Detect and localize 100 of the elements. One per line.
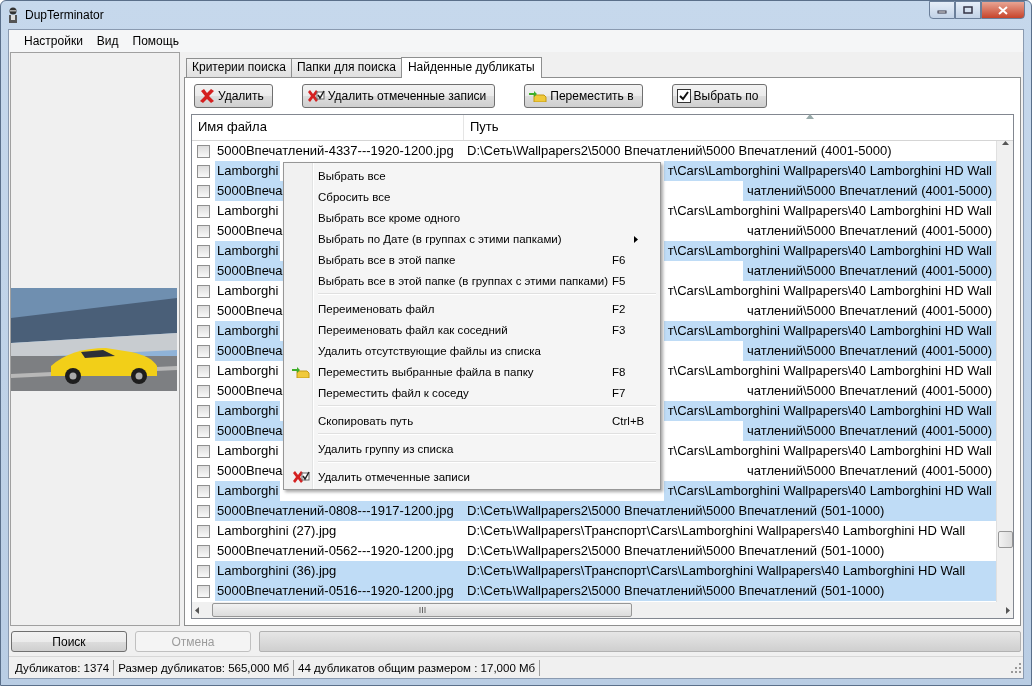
checkbox[interactable] — [197, 464, 210, 478]
menu-item[interactable]: Выбрать все — [316, 169, 612, 182]
menu-item[interactable]: Выбрать по Дате (в группах с этими папками) — [316, 232, 612, 245]
menu-item[interactable]: Выбрать все в этой папке (в группах с этими папками) — [316, 274, 612, 287]
path-cell: чатлений\5000 Впечатлений (4001-5000) — [743, 181, 996, 201]
menu-item[interactable]: Сбросить все — [316, 190, 612, 203]
checkbox[interactable] — [197, 564, 210, 578]
checkbox[interactable] — [197, 224, 210, 238]
shortcut-label: F6 — [612, 253, 627, 266]
search-button[interactable]: Поиск — [11, 631, 127, 652]
menu-item[interactable]: Переместить выбранные файла в папку — [316, 365, 612, 378]
sort-arrow-icon — [806, 114, 814, 119]
file-name-cell-text: Lamborghi — [216, 202, 280, 220]
maximize-icon — [963, 6, 973, 14]
toolbar-button[interactable]: Удалить отмеченные записи — [301, 84, 496, 108]
close-button[interactable] — [981, 1, 1025, 19]
menu-item[interactable]: Удалить отсутствующие файлы из списка — [316, 344, 612, 357]
path-cell: D:\Сеть\Wallpapers\Транспорт\Cars\Lamborghini Wallpapers\40 Lamborghini HD Wall — [463, 561, 996, 581]
horizontal-scrollbar[interactable] — [192, 602, 1013, 618]
file-name-cell: 5000Впеча — [215, 421, 285, 441]
path-cell: т\Cars\Lamborghini Wallpapers\40 Lamborghini HD Wall — [663, 161, 996, 181]
path-cell-text: чатлений\5000 Впечатлений (4001-5000) — [746, 222, 993, 240]
file-name-cell: Lamborghi — [215, 321, 281, 341]
checkbox[interactable] — [197, 204, 210, 218]
checkbox[interactable] — [197, 164, 210, 178]
minimize-button[interactable] — [929, 1, 955, 19]
checkbox[interactable] — [197, 424, 210, 438]
checkbox[interactable] — [197, 364, 210, 378]
file-name-cell-text: Lamborghi — [216, 442, 280, 460]
resize-grip-icon — [1011, 662, 1021, 673]
path-cell-text: чатлений\5000 Впечатлений (4001-5000) — [746, 382, 993, 400]
menu-item[interactable]: Выбрать все в этой папке — [316, 253, 612, 266]
checkbox[interactable] — [197, 304, 210, 318]
grip-icon — [418, 607, 426, 613]
path-cell-text: чатлений\5000 Впечатлений (4001-5000) — [746, 462, 993, 480]
toolbar-button[interactable]: Переместить в — [524, 84, 643, 108]
file-name-cell: 5000Впеча — [215, 261, 285, 281]
menu-item[interactable]: Помощь — [125, 32, 186, 50]
scroll-thumb[interactable] — [997, 531, 1013, 548]
path-cell: т\Cars\Lamborghini Wallpapers\40 Lamborghini HD Wall — [663, 401, 996, 421]
checkbox[interactable] — [197, 184, 210, 198]
column-header[interactable]: Имя файла — [192, 115, 464, 140]
close-icon — [998, 5, 1008, 15]
path-cell-text: т\Cars\Lamborghini Wallpapers\40 Lamborghini HD Wall — [666, 202, 993, 220]
tab[interactable]: Найденные дубликаты — [400, 57, 542, 78]
menu-item[interactable]: Удалить отмеченные записи — [316, 470, 612, 483]
toolbar-button[interactable]: Выбрать по — [671, 84, 768, 108]
file-name-cell-text: 5000Впечатлений-0562---1920-1200.jpg — [216, 542, 455, 560]
checkbox[interactable] — [197, 384, 210, 398]
shortcut-label: F3 — [612, 323, 627, 336]
file-name-cell: 5000Впечатлений-0516---1920-1200.jpg — [215, 581, 463, 601]
file-name-cell: Lamborghi — [215, 161, 281, 181]
checkbox[interactable] — [197, 244, 210, 258]
menu-item[interactable]: Выбрать все кроме одного — [316, 211, 612, 224]
status-text: Дубликатов: 1374 — [11, 659, 115, 676]
menu-item[interactable]: Переместить файл к соседу — [316, 386, 612, 399]
checkbox[interactable] — [197, 144, 210, 158]
checkbox[interactable] — [197, 284, 210, 298]
vertical-scrollbar[interactable] — [996, 141, 1013, 602]
arrow-folder-icon — [529, 90, 548, 102]
checkbox[interactable] — [197, 404, 210, 418]
checkbox[interactable] — [197, 504, 210, 518]
file-name-cell-text: 5000Впеча — [216, 302, 284, 320]
menu-item[interactable]: Переименовать файл как соседний — [316, 323, 612, 336]
checkbox[interactable] — [197, 264, 210, 278]
tab[interactable]: Папки для поиска — [290, 58, 402, 77]
path-cell-text: D:\Сеть\Wallpapers2\5000 Впечатлений\5000 Впечатлений (4001-5000) — [466, 142, 893, 160]
file-name-cell: 5000Впеча — [215, 181, 285, 201]
menu-item[interactable]: Настройки — [17, 32, 90, 50]
figure-icon — [7, 7, 19, 23]
checkbox[interactable] — [197, 444, 210, 458]
maximize-button[interactable] — [955, 1, 981, 19]
column-header[interactable]: Путь — [464, 115, 1013, 140]
checkbox[interactable] — [197, 344, 210, 358]
file-name-cell: Lamborghini (36).jpg — [215, 561, 463, 581]
checkbox[interactable] — [197, 544, 210, 558]
file-name-cell-text: 5000Впечатлений-4337---1920-1200.jpg — [216, 142, 455, 160]
menu-item[interactable]: Удалить группу из списка — [316, 442, 612, 455]
checkbox[interactable] — [197, 524, 210, 538]
path-cell-text: чатлений\5000 Впечатлений (4001-5000) — [746, 302, 993, 320]
menu-item[interactable]: Скопировать путь — [316, 414, 612, 427]
file-name-cell: Lamborghi — [215, 481, 281, 501]
menu-item[interactable]: Переименовать файл — [316, 302, 612, 315]
checkbox[interactable] — [197, 584, 210, 598]
path-cell: т\Cars\Lamborghini Wallpapers\40 Lamborghini HD Wall — [663, 321, 996, 341]
file-name-cell-text: Lamborghi — [216, 282, 280, 300]
checkbox[interactable] — [197, 484, 210, 498]
menu-item[interactable]: Вид — [89, 32, 126, 50]
file-name-cell-text: 5000Впеча — [216, 222, 284, 240]
checkbox[interactable] — [197, 324, 210, 338]
shortcut-label: F8 — [612, 365, 627, 378]
path-cell: D:\Сеть\Wallpapers2\5000 Впечатлений\5000 Впечатлений (501-1000) — [463, 501, 996, 521]
toolbar-button[interactable]: Удалить — [194, 84, 273, 108]
path-cell: т\Cars\Lamborghini Wallpapers\40 Lamborghini HD Wall — [663, 241, 996, 261]
file-name-cell: Lamborghi — [215, 401, 281, 421]
shortcut-label: F2 — [612, 302, 627, 315]
tab[interactable]: Критерии поиска — [186, 58, 292, 77]
path-cell: чатлений\5000 Впечатлений (4001-5000) — [743, 341, 996, 361]
window-title: DupTerminator — [25, 8, 104, 22]
checkbox-icon — [676, 89, 691, 103]
